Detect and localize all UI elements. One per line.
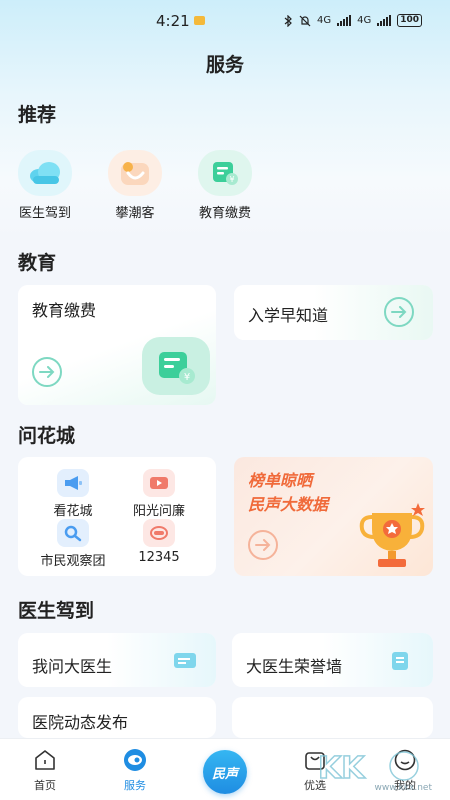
doctor-card-title: 我问大医生 [32,657,113,676]
tab-label: 首页 [34,779,56,792]
notification-dot-icon [194,16,205,25]
grid-item-label: 看花城 [53,504,93,519]
svg-text:KK: KK [318,751,366,786]
magnifier-icon [57,519,89,547]
center-minsheng-button[interactable]: 民声 [203,750,247,794]
message-board-icon [174,653,196,668]
arrow-right-icon [384,297,414,327]
education-fee-title: 教育缴费 [32,301,97,320]
page-title: 服务 [205,54,244,76]
megaphone-icon [57,469,89,497]
payment-bill-icon: ¥ [142,337,210,395]
recommend-item-panchaoke[interactable]: 攀潮客 [95,150,175,221]
recommend-item-doctor[interactable]: 医生驾到 [5,150,85,221]
network-label-2: 4G [357,15,372,26]
wenhuacheng-grid-card: 看花城 阳光问廉 市民观察团 12345 [18,457,216,576]
grid-item-hotline[interactable]: 12345 [114,519,204,565]
service-icon [122,747,148,773]
status-bar: 4:21 4G 4G 100 [0,0,450,44]
grid-item-yangguang[interactable]: 阳光问廉 [114,469,204,519]
network-label-1: 4G [316,15,332,26]
grid-item-label: 市民观察团 [40,554,106,569]
tab-home[interactable]: 首页 [10,747,80,793]
recommend-item-label: 医生驾到 [18,206,71,221]
trophy-icon [359,503,425,567]
doctor-card-title: 医院动态发布 [32,713,129,732]
admission-title: 入学早知道 [248,306,329,325]
doctor-card-news[interactable]: 医院动态发布 [18,697,216,738]
doctor-card-ask[interactable]: 我问大医生 [18,633,216,687]
promo-line-1: 榜单晾晒 [248,471,313,490]
grid-item-kanhuacheng[interactable]: 看花城 [28,469,118,519]
section-title-education: 教育 [18,252,57,274]
bluetooth-icon [284,14,292,27]
svg-text:¥: ¥ [229,175,234,184]
recommend-item-label: 攀潮客 [115,206,155,221]
document-stack-icon [392,652,408,670]
promo-banner-data[interactable]: 榜单晾晒 民声大数据 [234,457,433,576]
arrow-right-icon [248,530,278,560]
battery-icon: 100 [397,14,422,27]
section-title-doctor: 医生驾到 [18,600,95,622]
hotline-icon [143,519,175,547]
tab-service[interactable]: 服务 [100,747,170,793]
doctor-card-honor[interactable]: 大医生荣誉墙 [232,633,433,687]
section-title-wenhuacheng: 问花城 [18,425,76,447]
video-play-icon [143,469,175,497]
tab-label: 服务 [124,779,146,792]
admission-card[interactable]: 入学早知道 [234,285,433,340]
grid-item-label: 阳光问廉 [132,504,185,519]
signal-icon-2 [377,15,392,26]
home-icon [32,747,58,773]
center-tab-label: 民声 [211,766,238,782]
recommend-item-edu-fee[interactable]: ¥ 教育缴费 [185,150,265,221]
promo-line-2: 民声大数据 [248,495,329,514]
svg-text:¥: ¥ [184,372,190,383]
crescent-moon-icon [108,150,162,196]
recommend-item-label: 教育缴费 [198,206,251,221]
grid-item-observer[interactable]: 市民观察团 [28,519,118,569]
status-time: 4:21 [156,12,190,30]
doctor-card-empty[interactable] [232,697,433,738]
signal-icon [337,15,352,26]
cloud-icon [18,150,72,196]
status-icons: 4G 4G 100 [284,14,422,27]
education-fee-card[interactable]: 教育缴费 ¥ [18,285,216,405]
section-title-recommend: 推荐 [18,104,57,126]
grid-item-label: 12345 [138,550,180,565]
watermark-text: www.kkx.net [374,783,433,793]
doctor-card-title: 大医生荣誉墙 [246,657,343,676]
arrow-right-icon [32,357,62,387]
payment-bill-icon: ¥ [198,150,252,196]
mute-bell-icon [299,15,311,26]
